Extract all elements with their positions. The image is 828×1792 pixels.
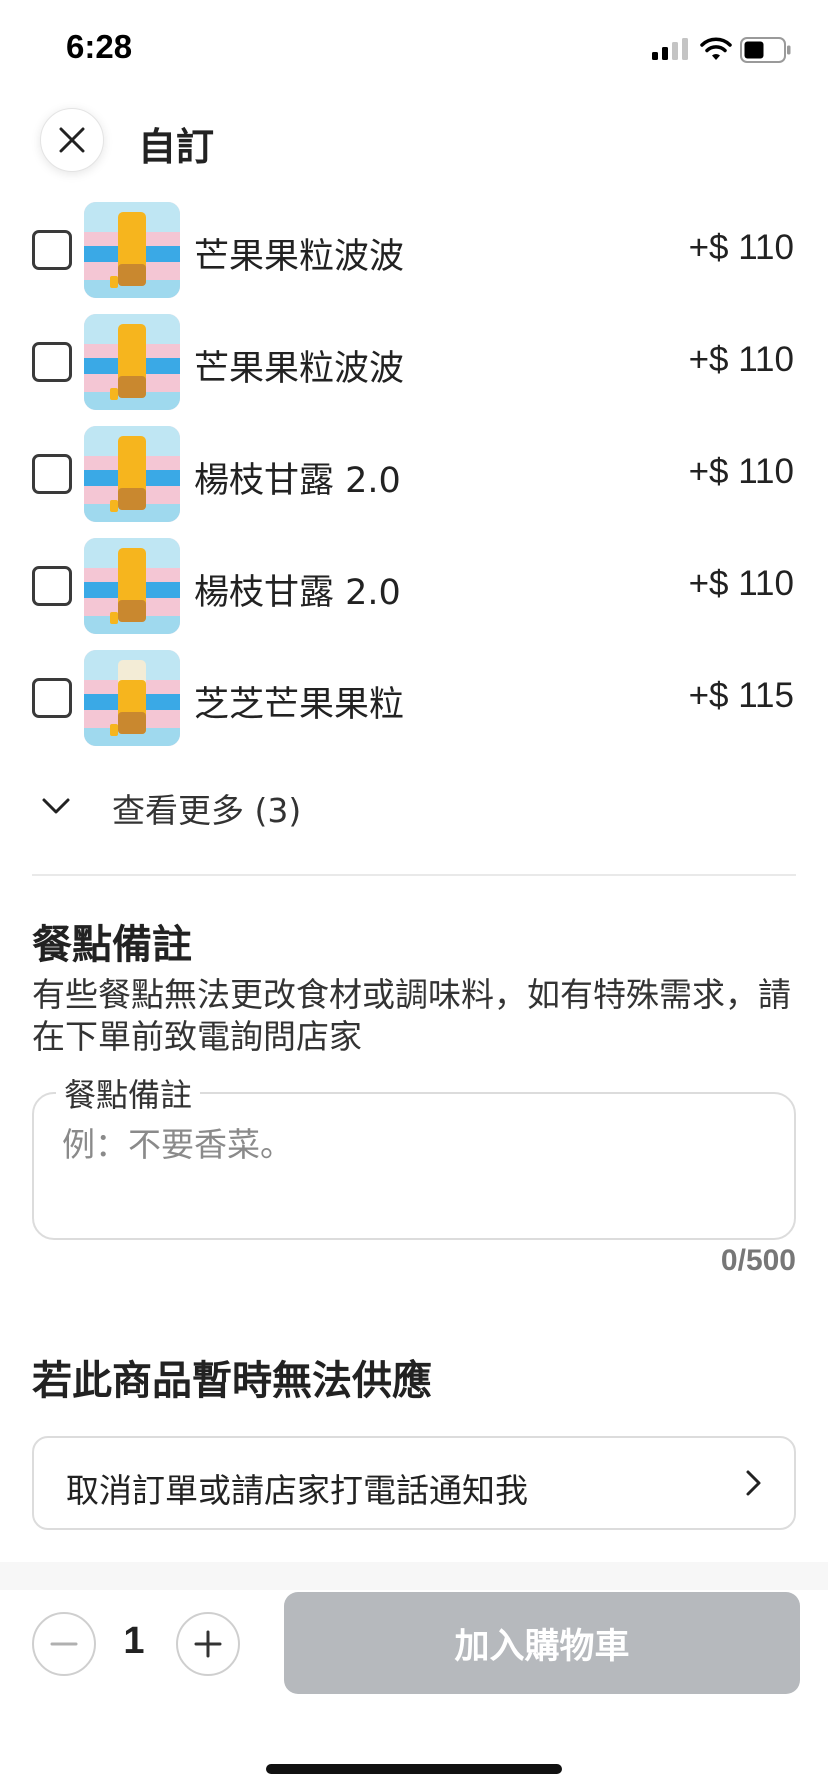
- close-button[interactable]: [40, 108, 104, 172]
- option-price: +$ 110: [688, 564, 794, 603]
- notes-description: 有些餐點無法更改食材或調味料，如有特殊需求，請在下單前致電詢問店家: [32, 975, 791, 1056]
- status-bar: 6:28: [0, 0, 828, 100]
- drink-thumbnail: [84, 426, 180, 522]
- notes-heading: 餐點備註: [32, 922, 192, 968]
- char-count: 0/500: [720, 1244, 796, 1277]
- option-row[interactable]: 芒果果粒波波 +$ 110: [0, 200, 828, 300]
- notes-field-label: 餐點備註: [56, 1070, 201, 1116]
- option-name: 楊枝甘露 2.0: [194, 461, 401, 501]
- minus-icon: [50, 1642, 78, 1646]
- drink-thumbnail: [84, 314, 180, 410]
- status-time: 6:28: [66, 28, 133, 65]
- option-row[interactable]: 楊枝甘露 2.0 +$ 110: [0, 536, 828, 636]
- option-price: +$ 110: [688, 452, 794, 491]
- divider: [32, 874, 796, 876]
- wifi-icon: [700, 37, 732, 60]
- unavailable-selected-value: 取消訂單或請店家打電話通知我: [66, 1471, 528, 1510]
- option-checkbox[interactable]: [32, 678, 72, 718]
- unavailable-select[interactable]: 取消訂單或請店家打電話通知我: [32, 1436, 796, 1530]
- home-indicator: [266, 1764, 562, 1774]
- plus-icon: [194, 1630, 222, 1658]
- page-title: 自訂: [138, 125, 215, 169]
- quantity-increase-button[interactable]: [176, 1612, 240, 1676]
- option-row[interactable]: 芝芝芒果果粒 +$ 115: [0, 648, 828, 748]
- quantity-value: 1: [123, 1620, 145, 1662]
- option-checkbox[interactable]: [32, 342, 72, 382]
- option-price: +$ 115: [688, 676, 794, 715]
- unavailable-heading: 若此商品暫時無法供應: [32, 1358, 432, 1404]
- battery-icon: [740, 37, 791, 63]
- see-more-button[interactable]: 查看更多 (3): [0, 770, 828, 840]
- notes-input[interactable]: [62, 1118, 762, 1218]
- drink-thumbnail: [84, 538, 180, 634]
- drink-thumbnail: [84, 202, 180, 298]
- option-checkbox[interactable]: [32, 566, 72, 606]
- option-price: +$ 110: [688, 340, 794, 379]
- add-to-cart-button[interactable]: 加入購物車: [284, 1592, 800, 1694]
- chevron-right-icon: [746, 1470, 761, 1496]
- see-more-label: 查看更多 (3): [112, 791, 302, 830]
- chevron-down-icon: [42, 798, 70, 814]
- option-row[interactable]: 芒果果粒波波 +$ 110: [0, 312, 828, 412]
- option-name: 芒果果粒波波: [194, 237, 405, 277]
- bottom-bar-shadow: [0, 1562, 828, 1592]
- drink-thumbnail: [84, 650, 180, 746]
- header: [0, 100, 828, 200]
- option-price: +$ 110: [688, 228, 794, 267]
- close-icon: [59, 127, 85, 153]
- option-row[interactable]: 楊枝甘露 2.0 +$ 110: [0, 424, 828, 524]
- option-checkbox[interactable]: [32, 454, 72, 494]
- option-name: 芝芝芒果果粒: [194, 685, 405, 725]
- quantity-decrease-button[interactable]: [32, 1612, 96, 1676]
- option-name: 楊枝甘露 2.0: [194, 573, 401, 613]
- option-name: 芒果果粒波波: [194, 349, 405, 389]
- option-checkbox[interactable]: [32, 230, 72, 270]
- cellular-signal-icon: [652, 38, 688, 60]
